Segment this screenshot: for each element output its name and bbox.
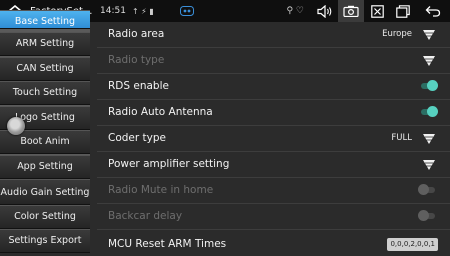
back-button[interactable]	[420, 0, 446, 22]
sidebar-item-label: ARM Setting	[15, 38, 75, 49]
setting-radio-mute-in-home[interactable]: Radio Mute in home	[97, 178, 450, 204]
reset-times-value: 0,0,0,2,0,0,1	[387, 238, 438, 251]
volume-button[interactable]	[312, 0, 338, 22]
sidebar-item-label: Color Setting	[14, 211, 76, 222]
camera-icon	[343, 5, 359, 17]
setting-coder-type[interactable]: Coder type FULL	[97, 126, 450, 152]
setting-radio-auto-antenna[interactable]: Radio Auto Antenna	[97, 100, 450, 126]
volume-icon	[317, 4, 332, 18]
sidebar-item-settings-export[interactable]: Settings Export	[0, 229, 90, 253]
sidebar-item-audio-gain-setting[interactable]: Audio Gain Setting	[0, 179, 90, 205]
sidebar-item-arm-setting[interactable]: ARM Setting	[0, 32, 90, 56]
recent-apps-button[interactable]	[390, 0, 416, 22]
sidebar: Base Setting ARM Setting CAN Setting Tou…	[0, 10, 90, 253]
sidebar-item-label: Audio Gain Setting	[0, 186, 90, 198]
setting-label: Power amplifier setting	[108, 158, 230, 170]
dropdown-arrow-icon[interactable]	[422, 132, 436, 146]
sidebar-item-label: Settings Export	[8, 235, 82, 246]
setting-label: RDS enable	[108, 80, 169, 92]
setting-value: FULL	[391, 133, 412, 143]
sidebar-item-touch-setting[interactable]: Touch Setting	[0, 81, 90, 105]
setting-value: Europe	[382, 29, 412, 39]
dropdown-arrow-icon[interactable]	[422, 54, 436, 68]
dropdown-arrow-icon[interactable]	[422, 28, 436, 42]
setting-radio-type[interactable]: Radio type	[97, 48, 450, 74]
sidebar-item-label: Boot Anim	[20, 136, 70, 147]
sidebar-item-can-setting[interactable]: CAN Setting	[0, 57, 90, 81]
app-indicator-icon	[179, 6, 194, 16]
radio-auto-antenna-toggle[interactable]	[421, 106, 438, 117]
back-arrow-icon	[425, 6, 441, 17]
close-app-button[interactable]	[364, 0, 390, 22]
setting-label: MCU Reset ARM Times	[108, 238, 227, 250]
sidebar-item-label: CAN Setting	[16, 63, 74, 74]
settings-list: Radio area Europe Radio type RDS enable …	[97, 22, 450, 253]
sidebar-item-base-setting[interactable]: Base Setting	[0, 10, 90, 29]
tray-icons: ⚲ ♡	[286, 6, 304, 16]
floating-assistive-button[interactable]	[7, 117, 25, 135]
clock: 14:51	[100, 6, 126, 16]
screenshot-button[interactable]	[338, 0, 364, 22]
sidebar-item-label: App Setting	[17, 161, 73, 172]
sidebar-item-app-setting[interactable]: App Setting	[0, 155, 90, 179]
setting-label: Radio type	[108, 54, 165, 66]
setting-power-amplifier[interactable]: Power amplifier setting	[97, 152, 450, 178]
setting-backcar-delay[interactable]: Backcar delay	[97, 204, 450, 230]
setting-label: Radio Mute in home	[108, 184, 214, 196]
setting-rds-enable[interactable]: RDS enable	[97, 74, 450, 100]
setting-mcu-reset-arm-times[interactable]: MCU Reset ARM Times 0,0,0,2,0,0,1	[97, 230, 450, 256]
notification-icons: ↑ ⚡ ▮	[131, 6, 154, 16]
close-box-icon	[370, 4, 384, 18]
dropdown-arrow-icon[interactable]	[422, 158, 436, 172]
radio-mute-in-home-toggle[interactable]	[418, 184, 435, 195]
setting-label: Radio area	[108, 28, 165, 40]
sidebar-item-label: Base Setting	[14, 16, 76, 27]
backcar-delay-toggle[interactable]	[418, 210, 435, 221]
sidebar-item-color-setting[interactable]: Color Setting	[0, 205, 90, 229]
setting-radio-area[interactable]: Radio area Europe	[97, 22, 450, 48]
recent-apps-icon	[396, 4, 410, 18]
setting-label: Radio Auto Antenna	[108, 106, 213, 118]
setting-label: Backcar delay	[108, 210, 183, 222]
sidebar-item-label: Touch Setting	[12, 87, 78, 98]
setting-label: Coder type	[108, 132, 166, 144]
rds-enable-toggle[interactable]	[421, 80, 438, 91]
